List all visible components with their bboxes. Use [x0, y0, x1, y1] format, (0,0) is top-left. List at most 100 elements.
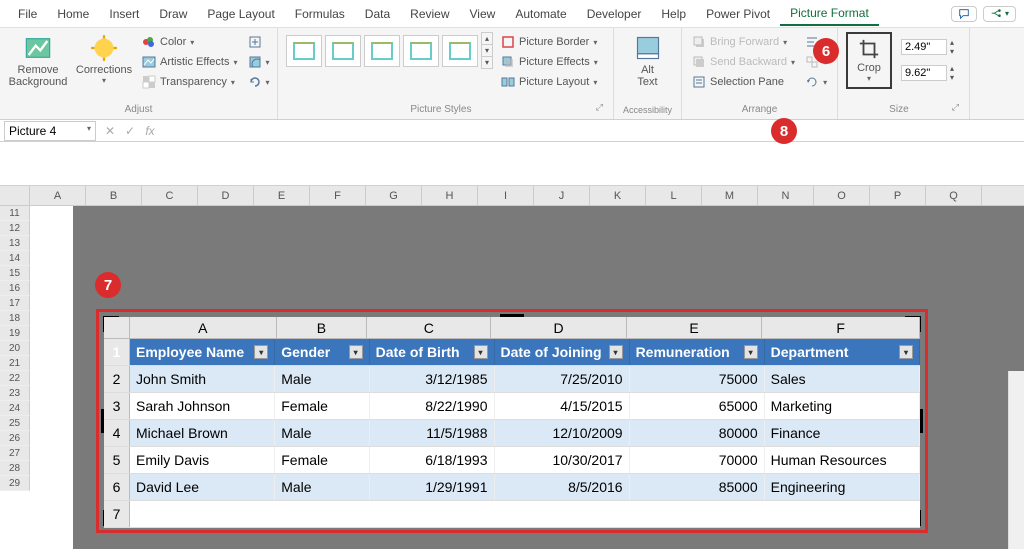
column-header[interactable]: B	[86, 186, 142, 205]
style-thumb[interactable]	[364, 35, 400, 67]
filter-dropdown-icon[interactable]: ▾	[254, 345, 268, 359]
tab-review[interactable]: Review	[400, 3, 459, 25]
row-header[interactable]: 22	[0, 371, 30, 386]
filter-dropdown-icon[interactable]: ▾	[609, 345, 623, 359]
picture-effects-button[interactable]: Picture Effects▾	[499, 54, 600, 70]
column-header[interactable]: I	[478, 186, 534, 205]
filter-dropdown-icon[interactable]: ▾	[349, 345, 363, 359]
row-header[interactable]: 19	[0, 326, 30, 341]
tab-power-pivot[interactable]: Power Pivot	[696, 3, 780, 25]
column-header[interactable]: M	[702, 186, 758, 205]
compress-pictures-button[interactable]	[246, 34, 272, 50]
color-button[interactable]: Color▾	[140, 34, 240, 50]
column-header[interactable]: C	[142, 186, 198, 205]
gallery-down-button[interactable]: ▾	[482, 45, 492, 57]
style-thumb[interactable]	[286, 35, 322, 67]
reset-picture-button[interactable]: ▾	[246, 74, 272, 90]
cancel-formula-button[interactable]: ✕	[100, 124, 120, 138]
row-header[interactable]: 23	[0, 386, 30, 401]
comments-button[interactable]	[951, 6, 977, 22]
grid-area[interactable]: 11121314151617181920212223242526272829 A…	[0, 206, 1024, 549]
column-header[interactable]: H	[422, 186, 478, 205]
change-picture-icon	[248, 55, 262, 69]
column-header[interactable]: Q	[926, 186, 982, 205]
tab-automate[interactable]: Automate	[505, 3, 576, 25]
column-header[interactable]: O	[814, 186, 870, 205]
spin-down[interactable]: ▾	[950, 73, 954, 82]
row-header[interactable]: 16	[0, 281, 30, 296]
column-header[interactable]: E	[254, 186, 310, 205]
column-header[interactable]: G	[366, 186, 422, 205]
column-header[interactable]: P	[870, 186, 926, 205]
corrections-button[interactable]: Corrections ▾	[74, 32, 134, 87]
column-header[interactable]: A	[30, 186, 86, 205]
picture-border-button[interactable]: Picture Border▾	[499, 34, 600, 50]
style-thumb[interactable]	[403, 35, 439, 67]
tab-picture-format[interactable]: Picture Format	[780, 2, 879, 26]
column-header[interactable]: D	[198, 186, 254, 205]
gallery-up-button[interactable]: ▴	[482, 33, 492, 45]
row-header[interactable]: 15	[0, 266, 30, 281]
tab-home[interactable]: Home	[47, 3, 99, 25]
rotate-button[interactable]: ▾	[803, 74, 829, 90]
spin-up[interactable]: ▴	[950, 38, 954, 47]
picture-styles-gallery[interactable]: ▴ ▾ ▾	[286, 32, 493, 69]
tab-file[interactable]: File	[8, 3, 47, 25]
row-header[interactable]: 21	[0, 356, 30, 371]
style-thumb[interactable]	[325, 35, 361, 67]
filter-dropdown-icon[interactable]: ▾	[899, 345, 913, 359]
picture-layout-button[interactable]: Picture Layout▾	[499, 74, 600, 90]
crop-button[interactable]: Crop ▾	[850, 36, 888, 85]
crop-selection-frame[interactable]: ABCDEF 1Employee Name▾Gender▾Date of Bir…	[96, 309, 928, 533]
row-header[interactable]: 14	[0, 251, 30, 266]
row-header[interactable]: 28	[0, 461, 30, 476]
column-header[interactable]: J	[534, 186, 590, 205]
tab-formulas[interactable]: Formulas	[285, 3, 355, 25]
tab-draw[interactable]: Draw	[149, 3, 197, 25]
row-header[interactable]: 26	[0, 431, 30, 446]
tab-page-layout[interactable]: Page Layout	[197, 3, 284, 25]
spin-down[interactable]: ▾	[950, 47, 954, 56]
share-button[interactable]: ▾	[983, 6, 1016, 22]
formula-bar-expanded[interactable]	[0, 142, 1024, 186]
tab-view[interactable]: View	[460, 3, 506, 25]
change-picture-button[interactable]: ▾	[246, 54, 272, 70]
column-header[interactable]: F	[310, 186, 366, 205]
column-header[interactable]: L	[646, 186, 702, 205]
alt-text-button[interactable]: Alt Text	[622, 32, 673, 90]
style-thumb[interactable]	[442, 35, 478, 67]
height-input[interactable]	[901, 39, 947, 55]
fx-button[interactable]: fx	[140, 124, 160, 138]
row-header[interactable]: 12	[0, 221, 30, 236]
enter-formula-button[interactable]: ✓	[120, 124, 140, 138]
column-header[interactable]: K	[590, 186, 646, 205]
row-header[interactable]: 24	[0, 401, 30, 416]
gallery-more-button[interactable]: ▾	[482, 57, 492, 68]
row-header[interactable]: 11	[0, 206, 30, 221]
filter-dropdown-icon[interactable]: ▾	[744, 345, 758, 359]
row-header[interactable]: 18	[0, 311, 30, 326]
row-header[interactable]: 13	[0, 236, 30, 251]
row-header[interactable]: 29	[0, 476, 30, 491]
column-header[interactable]: N	[758, 186, 814, 205]
remove-background-button[interactable]: Remove Background	[8, 32, 68, 90]
name-box[interactable]: Picture 4▾	[4, 121, 96, 141]
select-all-triangle[interactable]	[0, 186, 30, 205]
filter-dropdown-icon[interactable]: ▾	[474, 345, 488, 359]
vertical-scrollbar[interactable]	[1008, 371, 1024, 549]
selection-pane-button[interactable]: Selection Pane	[690, 74, 797, 90]
row-header[interactable]: 27	[0, 446, 30, 461]
tab-data[interactable]: Data	[355, 3, 400, 25]
spin-up[interactable]: ▴	[950, 64, 954, 73]
dialog-launcher-icon[interactable]: ⤢	[596, 102, 605, 115]
transparency-button[interactable]: Transparency▾	[140, 74, 240, 90]
row-header[interactable]: 20	[0, 341, 30, 356]
row-header[interactable]: 25	[0, 416, 30, 431]
width-input[interactable]	[901, 65, 947, 81]
tab-help[interactable]: Help	[651, 3, 696, 25]
tab-insert[interactable]: Insert	[99, 3, 149, 25]
artistic-effects-button[interactable]: Artistic Effects▾	[140, 54, 240, 70]
tab-developer[interactable]: Developer	[577, 3, 652, 25]
dialog-launcher-icon[interactable]: ⤢	[952, 102, 961, 115]
row-header[interactable]: 17	[0, 296, 30, 311]
